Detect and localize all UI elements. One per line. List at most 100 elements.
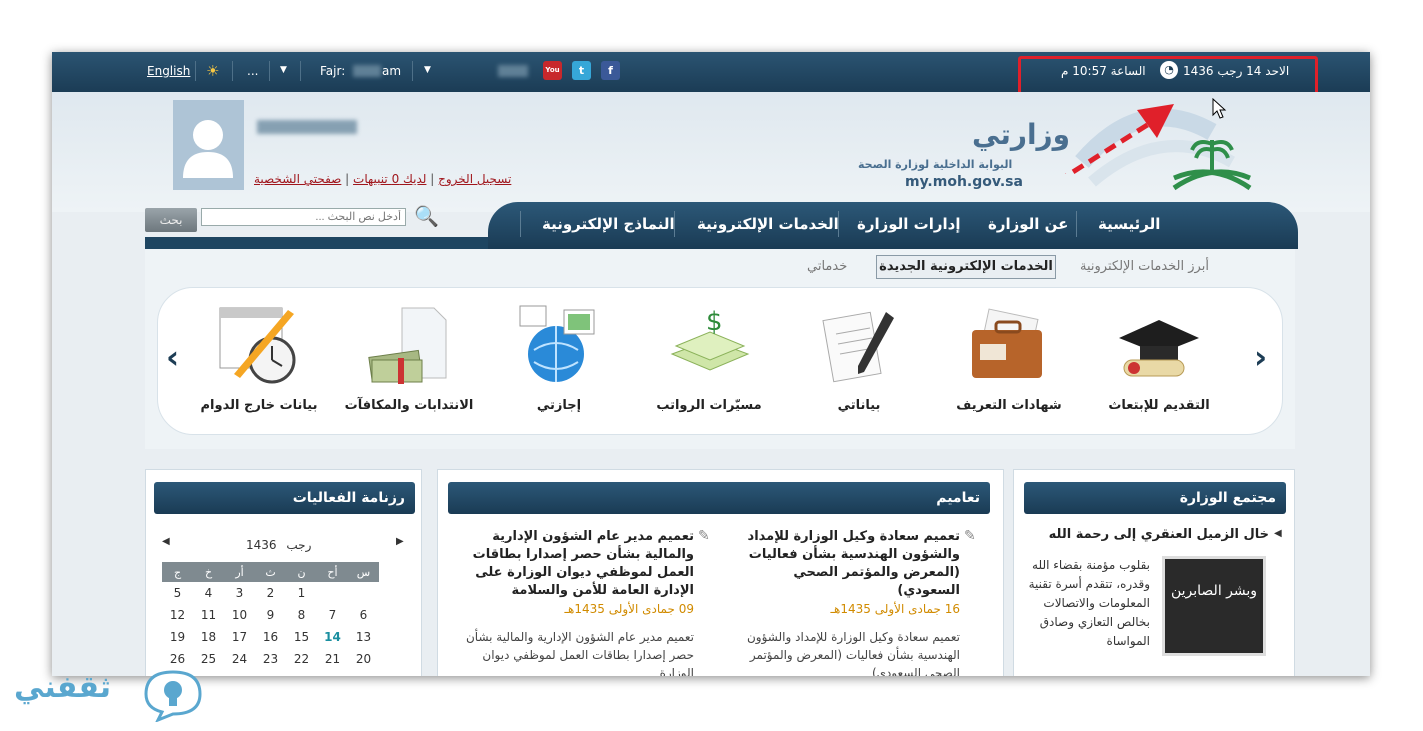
watermark: ثقفني (14, 664, 214, 724)
circular-summary: تعميم مدير عام الشؤون الإدارية والمالية … (465, 630, 694, 676)
circular-summary: تعميم سعادة وكيل الوزارة للإمداد والشؤون… (746, 630, 960, 676)
condolence-image[interactable]: وبشر الصابرين (1162, 556, 1266, 656)
lightbulb-bubble-icon (144, 670, 202, 722)
nav-item-about[interactable]: عن الوزارة (988, 215, 1068, 233)
calendar-day[interactable]: 9 (255, 604, 286, 626)
panel-title: رزنامة الفعاليات (154, 482, 415, 514)
calendar-day[interactable]: 24 (224, 648, 255, 670)
panel-title: مجتمع الوزارة (1024, 482, 1286, 514)
calendar-day[interactable]: 8 (286, 604, 317, 626)
prayer-suffix: am (382, 64, 402, 78)
sun-icon: ☀ (206, 62, 220, 80)
service-label: التقديم للإبتعاث (1108, 398, 1210, 413)
service-certificates[interactable]: شهادات التعريف (934, 288, 1084, 436)
watermark-text: ثقفني (14, 670, 112, 705)
calendar-day[interactable]: 22 (286, 648, 317, 670)
search-button[interactable]: بحث (145, 208, 197, 232)
calendar-day[interactable]: 2 (255, 582, 286, 604)
caret-right-icon[interactable]: ▶ (396, 536, 404, 547)
tab-featured-services[interactable]: أبرز الخدمات الإلكترونية (1080, 259, 1209, 274)
service-scholarship[interactable]: التقديم للإبتعاث (1084, 288, 1234, 436)
calendar-day[interactable]: 1 (286, 582, 317, 604)
calendar-day[interactable]: 19 (162, 626, 193, 648)
logout-link[interactable]: تسجيل الخروج (438, 172, 511, 186)
chevron-right-icon[interactable]: › (1254, 338, 1267, 376)
search-input[interactable] (201, 208, 406, 226)
circular-date: 09 جمادى الأولى 1435هـ (564, 602, 695, 616)
calendar-day[interactable]: 3 (224, 582, 255, 604)
service-my-data[interactable]: بياناتي (784, 288, 934, 436)
calendar-day[interactable]: 6 (348, 604, 379, 626)
weekday-label: خ (193, 562, 224, 582)
calendar-day[interactable]: 12 (162, 604, 193, 626)
user-silhouette-icon (183, 120, 233, 178)
calendar-header: 1436 رجب (246, 538, 336, 552)
service-payroll[interactable]: $ مسيّرات الرواتب (634, 288, 784, 436)
tab-my-services[interactable]: خدماتي (807, 259, 847, 274)
facebook-icon[interactable]: f (601, 61, 620, 80)
calendar-day[interactable]: 11 (193, 604, 224, 626)
twitter-icon[interactable]: t (572, 61, 591, 80)
divider (269, 61, 270, 81)
calendar-day[interactable]: 10 (224, 604, 255, 626)
calendar-grid: س أح ن ث أر خ ج 1 2 3 4 5 6 7 8 9 10 11 … (162, 562, 379, 670)
prayer-label: Fajr: (320, 64, 346, 78)
svg-text:$: $ (706, 307, 723, 337)
calendar-day[interactable]: 18 (193, 626, 224, 648)
nav-item-eservices[interactable]: الخدمات الإلكترونية (697, 215, 839, 233)
document-icon: ✎ (964, 528, 976, 544)
nav-item-departments[interactable]: إدارات الوزارة (857, 215, 961, 233)
service-overtime[interactable]: بيانات خارج الدوام (184, 288, 334, 436)
services-section: أبرز الخدمات الإلكترونية الخدمات الإلكتر… (145, 249, 1295, 449)
service-label: إجازتي (536, 398, 582, 413)
english-link[interactable]: English (147, 64, 190, 78)
graduation-cap-icon (1119, 320, 1199, 377)
calendar-day (348, 582, 379, 604)
weekday-label: ج (162, 562, 193, 582)
community-headline[interactable]: خال الزميل العنقري إلى رحمة الله (1024, 527, 1269, 542)
calendar-day[interactable]: 7 (317, 604, 348, 626)
calendar-day[interactable]: 17 (224, 626, 255, 648)
divider (232, 61, 233, 81)
nav-item-home[interactable]: الرئيسية (1098, 215, 1160, 233)
money-book-icon: $ (670, 307, 750, 371)
tab-new-services[interactable]: الخدمات الإلكترونية الجديدة (876, 255, 1056, 279)
circular-title[interactable]: تعميم سعادة وكيل الوزارة للإمداد والشؤون… (732, 528, 960, 600)
caret-left-icon[interactable]: ◀ (162, 536, 170, 547)
weekday-label: أح (317, 562, 348, 582)
divider (520, 211, 521, 237)
more-link[interactable]: ... (247, 64, 258, 78)
avatar[interactable] (173, 100, 244, 190)
calendar-day[interactable]: 15 (286, 626, 317, 648)
blurred-time (353, 65, 381, 77)
logo-subtitle: البوابة الداخلية لوزارة الصحة (858, 158, 1013, 171)
document-pen-icon (822, 311, 894, 383)
image-caption: وبشر الصابرين (1170, 583, 1258, 599)
service-allowances[interactable]: الانتدابات والمكافآت (334, 288, 484, 436)
circular-title[interactable]: تعميم مدير عام الشؤون الإدارية والمالية … (464, 528, 694, 600)
youtube-icon[interactable]: You (543, 61, 562, 80)
calendar-day[interactable]: 4 (193, 582, 224, 604)
service-label: شهادات التعريف (956, 398, 1062, 413)
calendar-clock-icon (219, 307, 296, 384)
profile-link[interactable]: صفحتي الشخصية (254, 172, 341, 186)
chevron-down-icon[interactable]: ▼ (280, 65, 287, 75)
chevron-down-icon[interactable]: ▼ (424, 65, 431, 75)
caret-left-icon: ◀ (1274, 528, 1282, 539)
chevron-left-icon[interactable]: ‹ (166, 338, 179, 376)
calendar-day-today[interactable]: 14 (317, 626, 348, 648)
service-leave[interactable]: إجازتي (484, 288, 634, 436)
calendar-day[interactable]: 13 (348, 626, 379, 648)
divider (195, 61, 196, 81)
calendar-day[interactable]: 16 (255, 626, 286, 648)
notifications-link[interactable]: لديك 0 تنبيهات (353, 172, 426, 186)
calendar-day[interactable]: 23 (255, 648, 286, 670)
calendar-day[interactable]: 21 (317, 648, 348, 670)
calendar-day[interactable]: 20 (348, 648, 379, 670)
weekday-label: ن (286, 562, 317, 582)
search-icon[interactable]: 🔍 (414, 204, 439, 228)
community-panel: مجتمع الوزارة خال الزميل العنقري إلى رحم… (1013, 469, 1295, 676)
calendar-day[interactable]: 5 (162, 582, 193, 604)
nav-item-eforms[interactable]: النماذج الإلكترونية (542, 215, 675, 233)
service-label: الانتدابات والمكافآت (344, 398, 474, 413)
